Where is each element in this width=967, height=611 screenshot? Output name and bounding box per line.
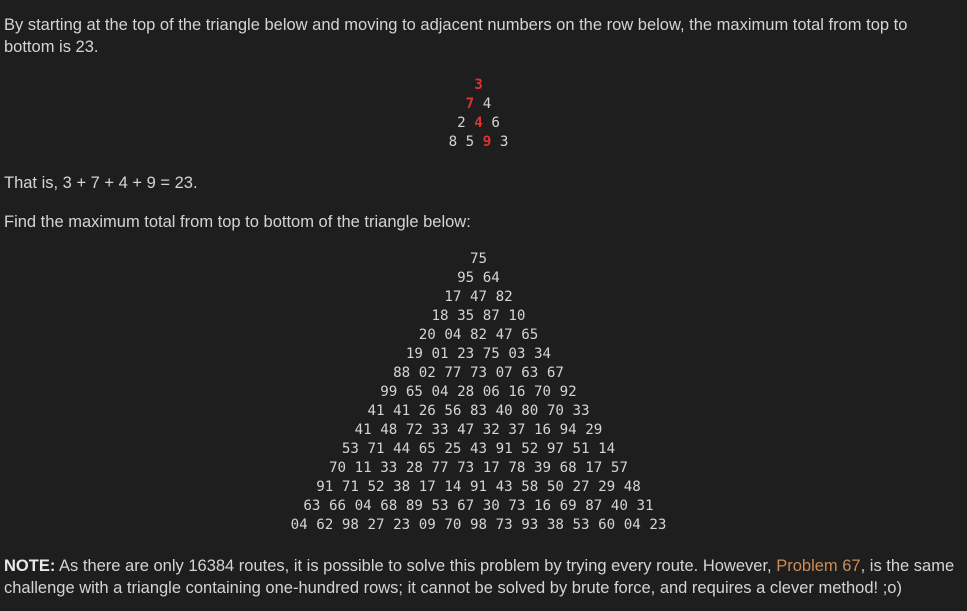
example-triangle-row: 7 4	[4, 95, 953, 114]
problem-triangle-row: 91 71 52 38 17 14 91 43 58 50 27 29 48	[316, 479, 641, 495]
problem-triangle-row: 63 66 04 68 89 53 67 30 73 16 69 87 40 3…	[303, 498, 654, 514]
problem-triangle-row: 17 47 82	[444, 289, 513, 305]
example-triangle-row: 2 4 6	[4, 114, 953, 133]
problem-triangle-row: 99 65 04 28 06 16 70 92	[380, 384, 577, 400]
intro-paragraph: By starting at the top of the triangle b…	[4, 16, 908, 56]
note-text-before: As there are only 16384 routes, it is po…	[55, 557, 777, 575]
problem-67-link[interactable]: Problem 67	[776, 557, 860, 575]
problem-triangle-row: 95 64	[457, 270, 500, 286]
find-paragraph: Find the maximum total from top to botto…	[4, 213, 471, 231]
note-label: NOTE:	[4, 557, 56, 575]
problem-triangle-row: 70 11 33 28 77 73 17 78 39 68 17 57	[329, 460, 628, 476]
problem-triangle-row: 88 02 77 73 07 63 67	[393, 365, 564, 381]
triangle-number: 4	[482, 96, 492, 112]
note-paragraph: NOTE: As there are only 16384 routes, it…	[4, 555, 961, 599]
problem-triangle-row: 20 04 82 47 65	[418, 327, 539, 343]
triangle-number: 2	[457, 115, 466, 131]
example-triangle-row: 3	[4, 76, 953, 95]
highlighted-number: 4	[474, 115, 483, 131]
problem-triangle-row: 19 01 23 75 03 34	[405, 346, 552, 362]
example-triangle: 37 42 4 68 5 9 3	[4, 76, 961, 152]
problem-triangle: 75 95 64 17 47 82 18 35 87 10 20 04 82 47 65…	[4, 250, 961, 535]
problem-triangle-row: 53 71 44 65 25 43 91 52 97 51 14	[341, 441, 616, 457]
triangle-number: 8	[448, 134, 458, 150]
problem-triangle-row: 41 41 26 56 83 40 80 70 33	[367, 403, 590, 419]
problem-triangle-row: 18 35 87 10	[431, 308, 526, 324]
highlighted-number: 3	[474, 77, 483, 93]
highlighted-number: 9	[482, 134, 492, 150]
highlighted-number: 7	[465, 96, 475, 112]
triangle-number: 5	[465, 134, 475, 150]
example-triangle-row: 8 5 9 3	[4, 133, 953, 152]
that-is-paragraph: That is, 3 + 7 + 4 + 9 = 23.	[4, 174, 198, 192]
problem-triangle-row: 41 48 72 33 47 32 37 16 94 29	[354, 422, 603, 438]
triangle-number: 6	[491, 115, 500, 131]
problem-triangle-row: 75	[469, 251, 488, 267]
problem-triangle-row: 04 62 98 27 23 09 70 98 73 93 38 53 60 0…	[290, 517, 667, 533]
triangle-number: 3	[499, 134, 509, 150]
